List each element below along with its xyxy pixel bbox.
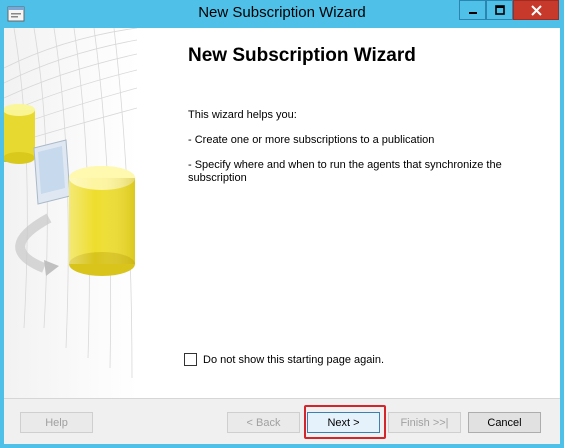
maximize-button[interactable]: [486, 0, 513, 20]
close-icon: [530, 4, 542, 16]
wizard-client-area: New Subscription Wizard This wizard help…: [4, 28, 560, 444]
side-illustration-panel: [4, 28, 137, 398]
minimize-button[interactable]: [459, 0, 486, 20]
dont-show-again-checkbox[interactable]: [184, 353, 197, 366]
database-wizard-illustration: [4, 28, 137, 379]
intro-text: This wizard helps you:: [188, 109, 297, 121]
dont-show-again-row[interactable]: Do not show this starting page again.: [184, 353, 384, 366]
back-button[interactable]: < Back: [227, 412, 300, 433]
wizard-content: New Subscription Wizard This wizard help…: [138, 28, 560, 398]
finish-button[interactable]: Finish >>|: [388, 412, 461, 433]
close-button[interactable]: [513, 0, 559, 20]
cancel-button[interactable]: Cancel: [468, 412, 541, 433]
page-title: New Subscription Wizard: [188, 45, 416, 66]
button-bar: Help < Back Next > Finish >>| Cancel: [4, 398, 560, 444]
minimize-icon: [468, 12, 477, 14]
dont-show-again-label[interactable]: Do not show this starting page again.: [203, 354, 384, 366]
title-bar[interactable]: New Subscription Wizard: [0, 0, 564, 28]
wizard-window: New Subscription Wizard New Subscription…: [0, 0, 564, 448]
help-button[interactable]: Help: [20, 412, 93, 433]
bullet-create-subscriptions: - Create one or more subscriptions to a …: [188, 134, 435, 146]
bullet-specify-agents: - Specify where and when to run the agen…: [188, 159, 502, 184]
next-button[interactable]: Next >: [307, 412, 380, 433]
maximize-icon: [494, 5, 505, 15]
